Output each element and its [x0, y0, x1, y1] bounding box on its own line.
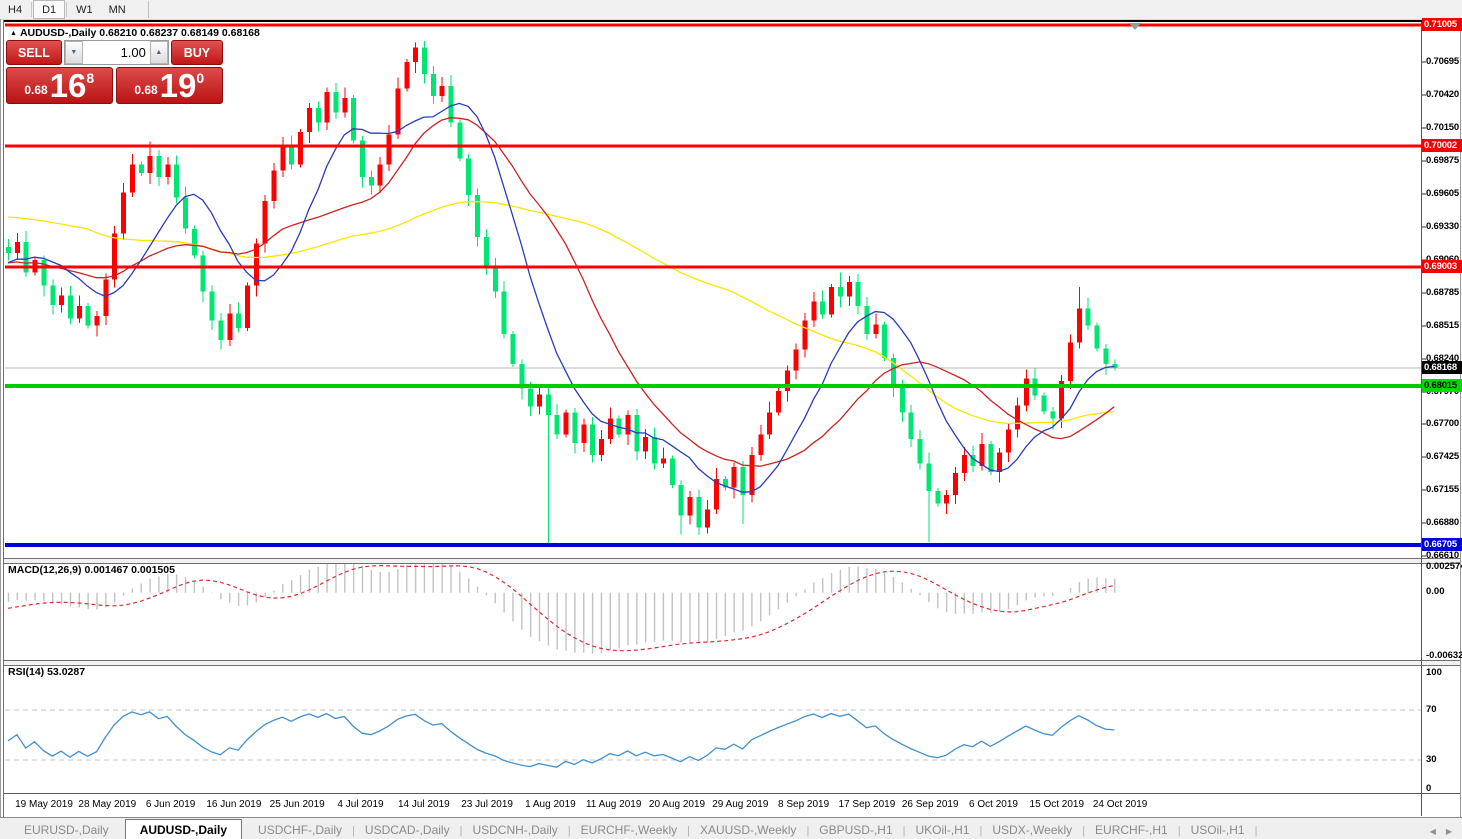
price-level-badge-0.66705: 0.66705 [1422, 538, 1462, 551]
buy-price-button[interactable]: 0.68 19 0 [116, 67, 224, 104]
date-tick-label: 20 Aug 2019 [649, 799, 705, 810]
price-level-badge-0.68015: 0.68015 [1422, 379, 1462, 392]
price-tick-label: 0.70695 [1426, 56, 1459, 67]
date-tick-label: 14 Jul 2019 [398, 799, 450, 810]
ma55-line[interactable] [8, 202, 1114, 424]
buy-price-prefix: 0.68 [134, 83, 157, 97]
sell-price-prefix: 0.68 [24, 83, 47, 97]
chart-tab-bar: EURUSD-,Daily AUDUSD-,Daily USDCHF-,Dail… [0, 817, 1462, 839]
macd-rsi-separator[interactable] [4, 660, 1460, 666]
price-level-badge-0.70002: 0.70002 [1422, 139, 1462, 152]
one-click-trading-panel: SELL ▼ ▲ BUY 0.68 16 8 0.68 19 0 [6, 40, 223, 104]
macd-axis-label: -0.006326 [1426, 650, 1462, 661]
date-tick-label: 16 Jun 2019 [206, 799, 261, 810]
chart-tab-usdcnh-daily[interactable]: USDCNH-,Daily [462, 820, 567, 839]
price-tick-label: 0.67700 [1426, 418, 1459, 429]
time-axis[interactable]: 19 May 2019 28 May 2019 6 Jun 2019 16 Jun 2… [4, 795, 1421, 816]
rsi-axis-label: 30 [1426, 754, 1437, 765]
date-tick-label: 28 May 2019 [78, 799, 136, 810]
date-tick-label: 25 Jun 2019 [270, 799, 325, 810]
buy-price-pip: 0 [196, 70, 204, 86]
price-tick-label: 0.66880 [1426, 517, 1459, 528]
chart-tab-audusd-daily[interactable]: AUDUSD-,Daily [125, 819, 242, 839]
rsi-axis-label: 0 [1426, 783, 1431, 794]
ma20-line[interactable] [8, 118, 1114, 467]
price-tick-label: 0.68515 [1426, 320, 1459, 331]
macd-signal-line [8, 566, 1114, 651]
date-tick-label: 6 Oct 2019 [969, 799, 1018, 810]
buy-button[interactable]: BUY [171, 40, 223, 65]
sell-price-main: 16 [50, 69, 87, 102]
date-tick-label: 26 Sep 2019 [902, 799, 959, 810]
price-tick-label: 0.70150 [1426, 122, 1459, 133]
price-tick-label: 0.70420 [1426, 89, 1459, 100]
volume-stepper: ▼ ▲ [64, 40, 169, 65]
price-tick-label: 0.66610 [1426, 550, 1459, 561]
macd-indicator-label: MACD(12,26,9) 0.001467 0.001505 [8, 564, 175, 576]
sell-price-pip: 8 [86, 70, 94, 86]
chart-tab-xauusd-weekly[interactable]: XAUUSD-,Weekly [690, 820, 806, 839]
macd-axis-label: 0.002574 [1426, 561, 1462, 572]
date-tick-label: 19 May 2019 [15, 799, 73, 810]
tab-separator: | [1255, 825, 1258, 839]
tabs-scroll-left-icon[interactable]: ◀ [1430, 827, 1436, 836]
date-tick-label: 1 Aug 2019 [525, 799, 576, 810]
chart-tab-eurusd-daily[interactable]: EURUSD-,Daily [14, 820, 119, 839]
price-tick-label: 0.68785 [1426, 287, 1459, 298]
date-tick-label: 15 Oct 2019 [1030, 799, 1084, 810]
rsi-axis-label: 100 [1426, 667, 1442, 678]
rsi-indicator-label: RSI(14) 53.0287 [8, 666, 85, 678]
chart-tab-usoil-h1[interactable]: USOil-,H1 [1181, 820, 1255, 839]
chart-tab-usdcad-daily[interactable]: USDCAD-,Daily [355, 820, 460, 839]
price-level-badge-0.69003: 0.69003 [1422, 260, 1462, 273]
date-tick-label: 24 Oct 2019 [1093, 799, 1147, 810]
candles-layer [6, 41, 1117, 543]
price-chart-canvas[interactable] [0, 0, 1462, 839]
date-tick-label: 11 Aug 2019 [586, 799, 641, 810]
macd-histogram [9, 564, 1115, 654]
price-level-badge-0.68168: 0.68168 [1422, 361, 1462, 374]
sell-price-button[interactable]: 0.68 16 8 [6, 67, 113, 104]
tabs-scroll-right-icon[interactable]: ▶ [1446, 827, 1452, 836]
date-tick-label: 8 Sep 2019 [778, 799, 829, 810]
chart-tab-gbpusd-h1[interactable]: GBPUSD-,H1 [809, 820, 902, 839]
chart-tab-ukoil-h1[interactable]: UKOil-,H1 [906, 820, 980, 839]
chart-tab-usdx-weekly[interactable]: USDX-,Weekly [982, 820, 1082, 839]
rsi-dateaxis-separator [4, 793, 1460, 794]
price-tick-label: 0.69605 [1426, 188, 1459, 199]
volume-increase-button[interactable]: ▲ [150, 41, 168, 64]
price-level-badge-0.71005: 0.71005 [1422, 18, 1462, 31]
volume-input[interactable] [83, 41, 150, 64]
buy-price-main: 19 [160, 69, 197, 102]
ma10-line[interactable] [8, 103, 1114, 492]
price-tick-label: 0.69330 [1426, 221, 1459, 232]
mt4-terminal-window: H4D1W1MN ▲AUDUSD-,Daily 0.68210 0.68237 … [0, 0, 1462, 839]
date-tick-label: 29 Aug 2019 [712, 799, 768, 810]
price-tick-label: 0.67425 [1426, 451, 1459, 462]
chart-tab-usdchf-daily[interactable]: USDCHF-,Daily [248, 820, 352, 839]
chart-expand-icon[interactable]: ▲ [10, 30, 17, 37]
chart-macd-separator[interactable] [4, 558, 1460, 564]
price-tick-label: 0.69875 [1426, 155, 1459, 166]
date-tick-label: 6 Jun 2019 [146, 799, 196, 810]
rsi-axis-label: 70 [1426, 704, 1437, 715]
price-tick-label: 0.67155 [1426, 484, 1459, 495]
chart-title-text: AUDUSD-,Daily 0.68210 0.68237 0.68149 0.… [20, 27, 260, 39]
volume-decrease-button[interactable]: ▼ [65, 41, 83, 64]
sell-button[interactable]: SELL [6, 40, 62, 65]
chart-title: ▲AUDUSD-,Daily 0.68210 0.68237 0.68149 0… [10, 27, 260, 39]
macd-axis-label: 0.00 [1426, 586, 1445, 597]
rsi-line [8, 712, 1114, 767]
date-tick-label: 23 Jul 2019 [461, 799, 513, 810]
date-tick-label: 4 Jul 2019 [337, 799, 383, 810]
chart-tab-eurchf-h1[interactable]: EURCHF-,H1 [1085, 820, 1178, 839]
date-tick-label: 17 Sep 2019 [839, 799, 896, 810]
chart-tab-eurchf-weekly[interactable]: EURCHF-,Weekly [571, 820, 687, 839]
